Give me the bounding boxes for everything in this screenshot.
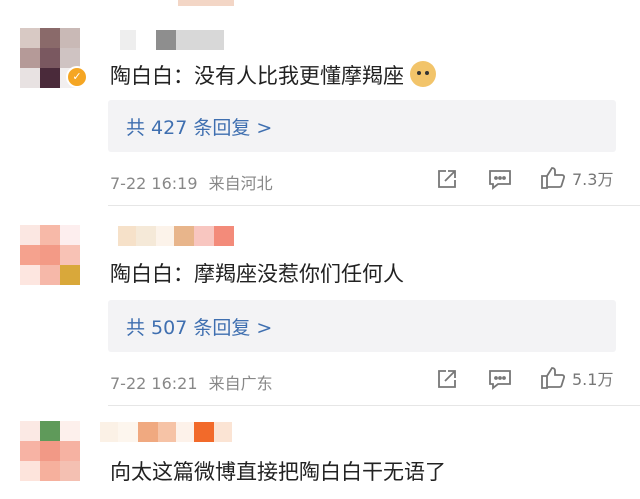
comment-icon bbox=[489, 370, 511, 390]
like-count: 7.3万 bbox=[572, 170, 614, 189]
comment-item: 陶白白：摩羯座没惹你们任何人 共 507 条回复 > 7-22 16:21 来自… bbox=[0, 206, 640, 406]
reply-box[interactable]: 共 427 条回复 > bbox=[108, 100, 616, 152]
username-blurred[interactable] bbox=[120, 30, 224, 50]
like-icon bbox=[541, 367, 566, 389]
comment-text: 向太这篇微博直接把陶白白干无语了 bbox=[110, 460, 446, 484]
view-replies-link[interactable]: 共 427 条回复 > bbox=[126, 113, 272, 140]
comment-date: 7-22 16:19 bbox=[110, 174, 198, 193]
comment-location: 来自河北 bbox=[208, 174, 273, 193]
comment-meta: 7-22 16:19 来自河北 bbox=[110, 170, 273, 194]
like-count: 5.1万 bbox=[572, 370, 614, 389]
share-icon bbox=[438, 170, 456, 188]
view-replies-link[interactable]: 共 507 条回复 > bbox=[126, 313, 272, 340]
comment-item: 向太这篇微博直接把陶白白干无语了 bbox=[0, 406, 640, 499]
verified-badge-icon: ✓ bbox=[66, 66, 88, 88]
share-button[interactable] bbox=[436, 368, 458, 390]
username-blurred[interactable] bbox=[118, 226, 234, 246]
comment-button[interactable] bbox=[488, 168, 512, 190]
share-icon bbox=[438, 370, 456, 388]
dog-face-emoji-icon bbox=[410, 61, 436, 87]
reply-box[interactable]: 共 507 条回复 > bbox=[108, 300, 616, 352]
comment-text: 陶白白：没有人比我更懂摩羯座 bbox=[110, 60, 436, 90]
avatar[interactable] bbox=[20, 421, 80, 481]
username-blurred[interactable] bbox=[100, 422, 232, 442]
avatar[interactable] bbox=[20, 225, 80, 285]
comment-meta: 7-22 16:21 来自广东 bbox=[110, 370, 273, 394]
like-button[interactable]: 5.1万 bbox=[540, 366, 613, 390]
comment-text: 陶白白：摩羯座没惹你们任何人 bbox=[110, 262, 404, 286]
comment-button[interactable] bbox=[488, 368, 512, 390]
comment-date: 7-22 16:21 bbox=[110, 374, 198, 393]
comment-icon bbox=[489, 170, 511, 190]
comment-item: ✓ 陶白白：没有人比我更懂摩羯座 共 427 条回复 > 7-22 16:19 … bbox=[0, 0, 640, 206]
share-button[interactable] bbox=[436, 168, 458, 190]
like-icon bbox=[541, 167, 566, 189]
comment-location: 来自广东 bbox=[208, 374, 273, 393]
like-button[interactable]: 7.3万 bbox=[540, 166, 613, 190]
